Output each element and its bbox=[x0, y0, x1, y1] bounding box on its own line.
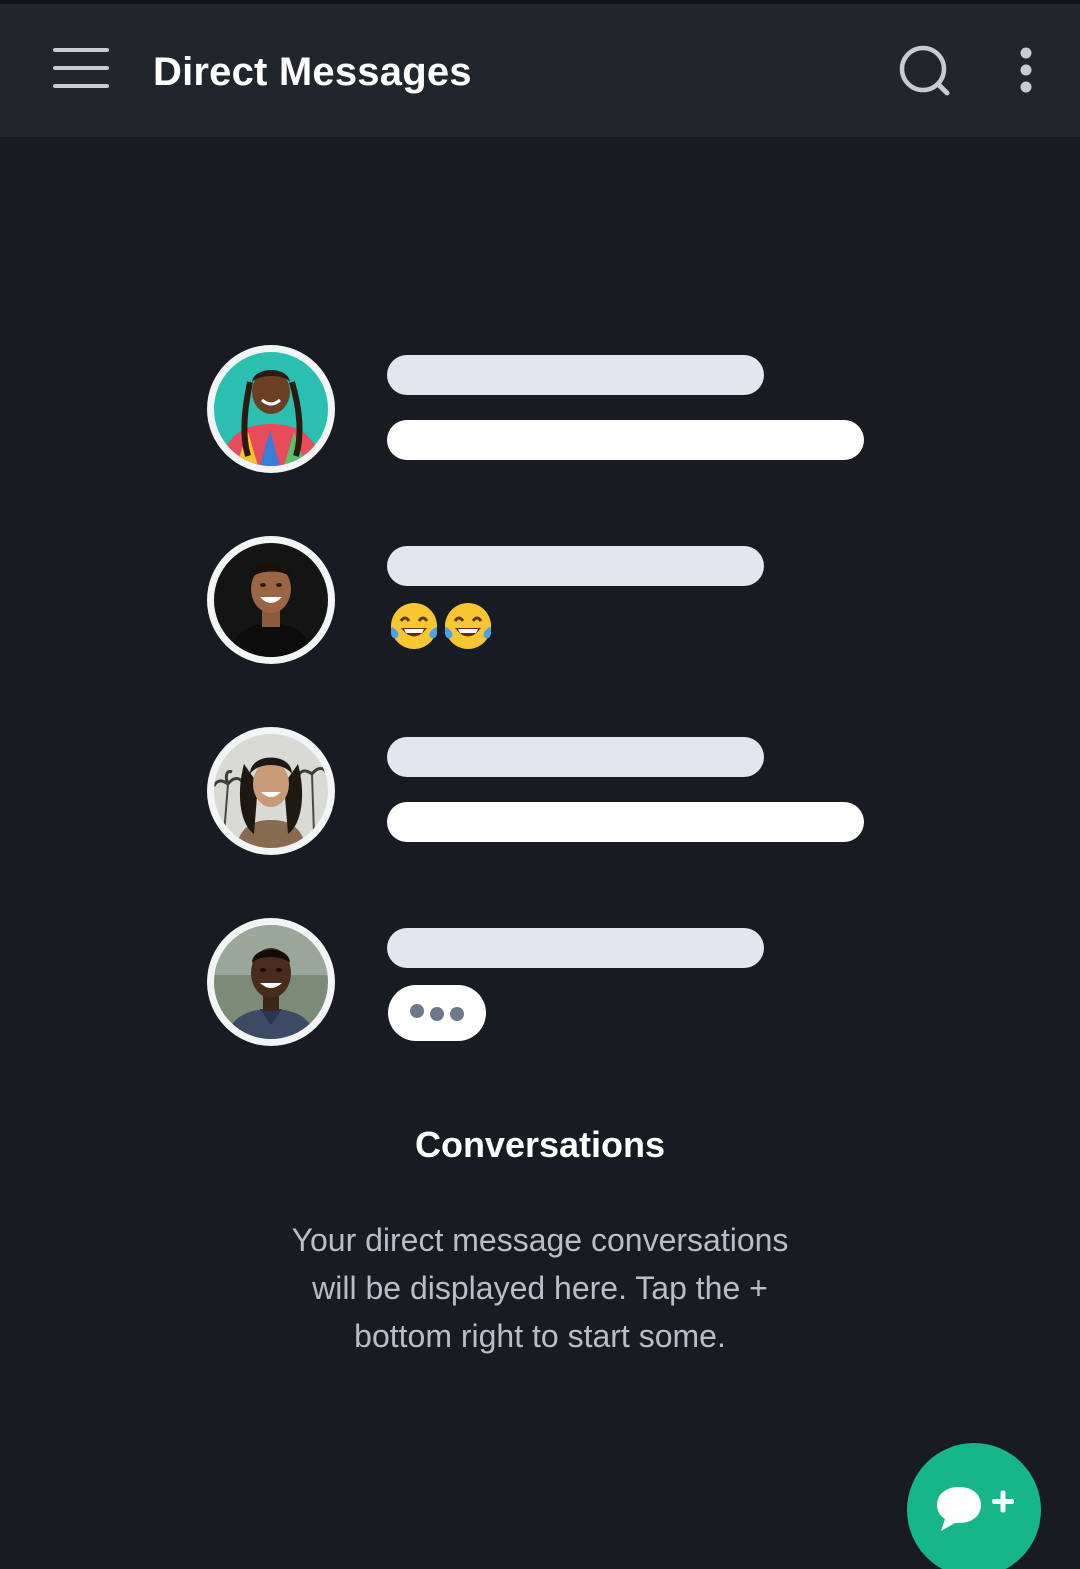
typing-dot bbox=[410, 1004, 424, 1018]
new-message-button[interactable] bbox=[907, 1443, 1041, 1569]
illustration-row bbox=[207, 918, 887, 1048]
typing-indicator bbox=[388, 985, 486, 1041]
avatar-woman-smiling-palms-icon bbox=[214, 734, 328, 848]
typing-dot bbox=[450, 1007, 464, 1021]
name-placeholder-bar bbox=[387, 546, 764, 586]
message-placeholder-bar bbox=[387, 420, 864, 460]
new-message-icon bbox=[937, 1487, 1014, 1531]
illustration-row bbox=[207, 536, 887, 666]
avatar bbox=[207, 727, 335, 855]
typing-dot bbox=[430, 1007, 444, 1021]
name-placeholder-bar bbox=[387, 928, 764, 968]
message-placeholder-bar bbox=[387, 802, 864, 842]
name-placeholder-bar bbox=[387, 355, 764, 395]
name-placeholder-bar bbox=[387, 737, 764, 777]
avatar-woman-colorful-shirt-icon bbox=[214, 352, 328, 466]
avatar-man-smiling-icon bbox=[214, 925, 328, 1039]
avatar bbox=[207, 536, 335, 664]
empty-state-description: Your direct message conversations will b… bbox=[291, 1222, 789, 1354]
avatar bbox=[207, 918, 335, 1046]
direct-messages-screen: Direct Messages Conversations Your direc… bbox=[0, 0, 1080, 1569]
illustration-row bbox=[207, 727, 887, 857]
illustration-row bbox=[207, 345, 887, 475]
conversations-illustration bbox=[0, 0, 1080, 1080]
avatar-man-laughing-icon bbox=[214, 543, 328, 657]
avatar bbox=[207, 345, 335, 473]
laughing-tears-emoji-icon bbox=[390, 603, 438, 649]
laughing-tears-emoji-icon bbox=[444, 603, 492, 649]
empty-state-heading: Conversations bbox=[414, 1124, 666, 1165]
emoji-message bbox=[389, 601, 493, 657]
